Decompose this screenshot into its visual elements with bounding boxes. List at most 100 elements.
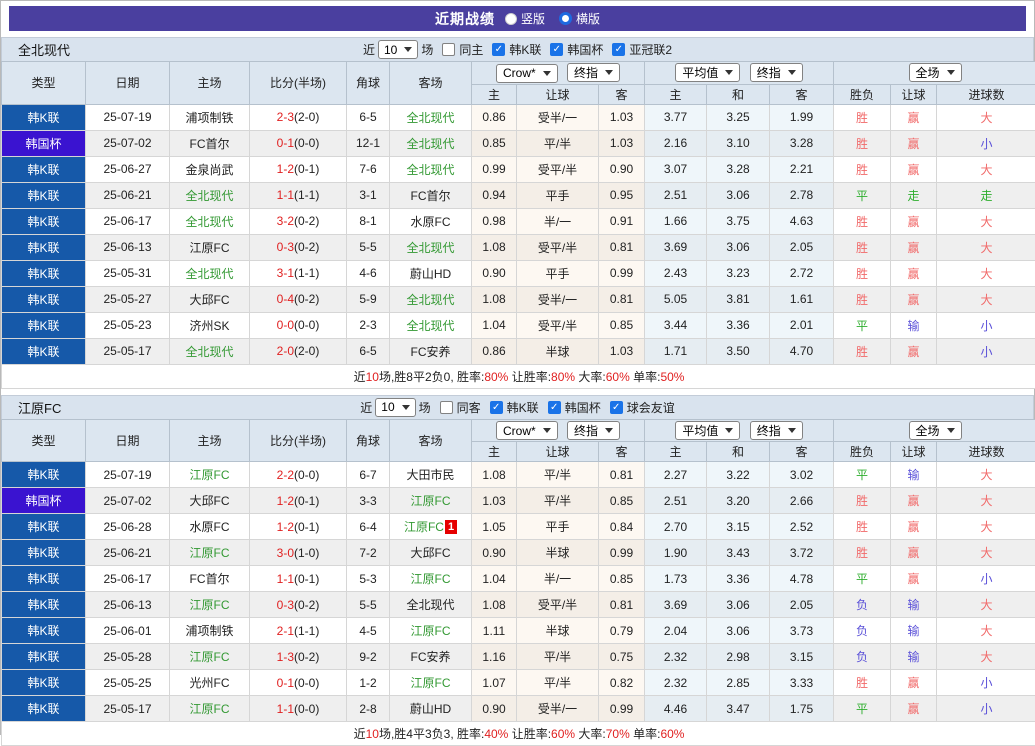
result-select-group: 全场: [834, 62, 1035, 85]
col-header-avg-home: 主: [645, 84, 707, 104]
home-team: 水原FC: [170, 514, 250, 540]
match-count-select[interactable]: 10: [378, 40, 418, 59]
odds-handicap: 半球: [517, 338, 599, 364]
summary-row: 近10场,胜8平2负0, 胜率:80% 让胜率:80% 大率:60% 单率:50…: [2, 364, 1035, 388]
league-checkbox-kleague[interactable]: ✓: [492, 43, 505, 56]
league-type: 韩K联: [2, 234, 86, 260]
col-header-type: 类型: [2, 419, 86, 462]
col-header-avg-away: 客: [770, 84, 834, 104]
league-checkbox-cup[interactable]: ✓: [550, 43, 563, 56]
result-goals: 大: [937, 208, 1035, 234]
league-checkbox-extra[interactable]: ✓: [610, 401, 623, 414]
match-count-select[interactable]: 10: [375, 398, 415, 417]
fulltime-select[interactable]: 全场: [909, 63, 962, 82]
average-time-select-value: 终指: [757, 422, 781, 439]
away-team: 大田市民: [390, 462, 472, 488]
score: 0-1(0-0): [250, 670, 347, 696]
result-winlose: 胜: [834, 488, 891, 514]
league-checkbox-extra[interactable]: ✓: [612, 43, 625, 56]
away-team: 全北现代: [390, 156, 472, 182]
result-winlose: 负: [834, 618, 891, 644]
avg-home: 2.70: [645, 514, 707, 540]
average-time-select[interactable]: 终指: [750, 63, 803, 82]
odds-home: 1.16: [472, 644, 517, 670]
avg-home: 1.71: [645, 338, 707, 364]
odds-handicap: 半球: [517, 540, 599, 566]
avg-draw: 3.25: [707, 104, 770, 130]
home-team: 江原FC: [170, 462, 250, 488]
bookmaker-select[interactable]: Crow*: [496, 421, 558, 440]
odds-handicap: 受平/半: [517, 234, 599, 260]
col-header-score: 比分(半场): [250, 62, 347, 105]
average-time-select[interactable]: 终指: [750, 421, 803, 440]
chevron-down-icon: [947, 70, 955, 75]
odds-handicap: 平/半: [517, 130, 599, 156]
odds-home: 1.11: [472, 618, 517, 644]
league-type: 韩K联: [2, 670, 86, 696]
result-handicap: 赢: [891, 260, 937, 286]
horizontal-layout-radio[interactable]: 横版: [559, 10, 600, 27]
league-checkbox-cup[interactable]: ✓: [548, 401, 561, 414]
odds-time-select[interactable]: 终指: [567, 421, 620, 440]
result-handicap: 输: [891, 644, 937, 670]
avg-draw: 3.75: [707, 208, 770, 234]
league-type: 韩K联: [2, 592, 86, 618]
league-checkbox-kleague[interactable]: ✓: [490, 401, 503, 414]
col-header-corner: 角球: [347, 62, 390, 105]
result-goals: 大: [937, 540, 1035, 566]
league-type: 韩K联: [2, 312, 86, 338]
table-row: 韩K联25-05-28江原FC1-3(0-2)9-2FC安养1.16平/半0.7…: [2, 644, 1035, 670]
result-winlose: 负: [834, 644, 891, 670]
table-row: 韩K联25-05-31全北现代3-1(1-1)4-6蔚山HD0.90平手0.99…: [2, 260, 1035, 286]
avg-away: 3.28: [770, 130, 834, 156]
avg-away: 1.99: [770, 104, 834, 130]
match-date: 25-06-21: [86, 540, 170, 566]
avg-home: 2.16: [645, 130, 707, 156]
match-date: 25-05-17: [86, 696, 170, 722]
col-header-avg-draw: 和: [707, 442, 770, 462]
odds-handicap: 受半/一: [517, 696, 599, 722]
corner-score: 7-6: [347, 156, 390, 182]
result-winlose: 平: [834, 566, 891, 592]
same-venue-checkbox[interactable]: [442, 43, 455, 56]
match-date: 25-06-13: [86, 592, 170, 618]
result-handicap: 赢: [891, 156, 937, 182]
col-header-result-handicap: 让球: [891, 442, 937, 462]
corner-score: 6-4: [347, 514, 390, 540]
match-date: 25-07-19: [86, 462, 170, 488]
away-team: FC首尔: [390, 182, 472, 208]
away-team: FC安养: [390, 644, 472, 670]
table-row: 韩K联25-05-27大邱FC0-4(0-2)5-9全北现代1.08受半/一0.…: [2, 286, 1035, 312]
result-handicap: 输: [891, 312, 937, 338]
score: 0-0(0-0): [250, 312, 347, 338]
result-handicap: 赢: [891, 104, 937, 130]
col-header-away: 客场: [390, 62, 472, 105]
odds-time-select[interactable]: 终指: [567, 63, 620, 82]
col-header-score: 比分(半场): [250, 419, 347, 462]
same-venue-checkbox[interactable]: [440, 401, 453, 414]
odds-away: 1.03: [599, 338, 645, 364]
average-select[interactable]: 平均值: [675, 421, 740, 440]
avg-draw: 3.06: [707, 618, 770, 644]
vertical-layout-radio[interactable]: 竖版: [505, 10, 545, 27]
bookmaker-select[interactable]: Crow*: [496, 64, 558, 83]
result-handicap: 赢: [891, 488, 937, 514]
horizontal-layout-label: 横版: [576, 10, 600, 27]
away-team: 蔚山HD: [390, 260, 472, 286]
corner-score: 7-2: [347, 540, 390, 566]
table-row: 韩国杯25-07-02FC首尔0-1(0-0)12-1全北现代0.85平/半1.…: [2, 130, 1035, 156]
table-row: 韩国杯25-07-02大邱FC1-2(0-1)3-3江原FC1.03平/半0.8…: [2, 488, 1035, 514]
away-team: 江原FC: [390, 670, 472, 696]
result-goals: 大: [937, 286, 1035, 312]
league-type: 韩K联: [2, 696, 86, 722]
away-team: 江原FC: [390, 618, 472, 644]
chevron-down-icon: [947, 428, 955, 433]
summary-part: 近: [354, 727, 366, 741]
away-team: 全北现代: [390, 130, 472, 156]
average-select[interactable]: 平均值: [675, 63, 740, 82]
avg-away: 2.05: [770, 234, 834, 260]
home-team: 金泉尚武: [170, 156, 250, 182]
avg-away: 4.70: [770, 338, 834, 364]
fulltime-select[interactable]: 全场: [909, 421, 962, 440]
table-row: 韩K联25-06-21全北现代1-1(1-1)3-1FC首尔0.94平手0.95…: [2, 182, 1035, 208]
